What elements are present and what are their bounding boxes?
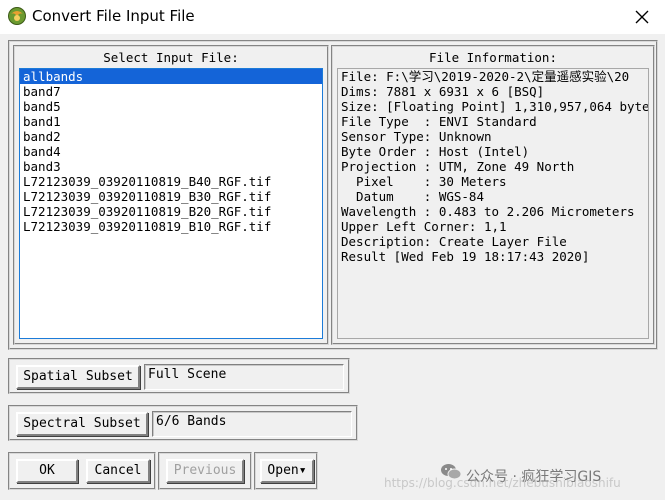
list-item[interactable]: band4 <box>20 144 322 159</box>
info-line: File: F:\学习\2019-2020-2\定量遥感实验\20 <box>341 69 630 84</box>
title-bar[interactable]: Convert File Input File <box>0 0 665 34</box>
watermark-text: 公众号 · 疯狂学习GIS <box>466 469 602 485</box>
input-file-list[interactable]: allbands band7 band5 band1 band2 band4 band3 L7… <box>19 68 323 339</box>
info-line: Size: [Floating Point] 1,310,957,064 byt… <box>341 99 648 114</box>
info-line: Wavelength : 0.483 to 2.206 Micrometers <box>341 204 635 219</box>
info-line: Byte Order : Host (Intel) <box>341 144 530 159</box>
info-line: File Type : ENVI Standard <box>341 114 537 129</box>
open-button-label: Open <box>267 463 299 478</box>
select-input-file-label: Select Input File: <box>103 50 239 65</box>
list-item[interactable]: L72123039_03920110819_B30_RGF.tif <box>20 189 322 204</box>
select-input-file-panel: Select Input File: allbands band7 band5 ban… <box>13 45 329 345</box>
spectral-subset-button[interactable]: Spectral Subset <box>16 412 148 436</box>
ok-button[interactable]: OK <box>16 459 78 483</box>
cancel-button[interactable]: Cancel <box>86 459 150 483</box>
envi-app-icon <box>8 7 26 25</box>
list-item[interactable]: band1 <box>20 114 322 129</box>
list-item[interactable]: band5 <box>20 99 322 114</box>
chevron-down-icon: ▾ <box>298 463 307 478</box>
spectral-subset-value: 6/6 Bands <box>152 411 352 437</box>
list-item[interactable]: L72123039_03920110819_B40_RGF.tif <box>20 174 322 189</box>
close-icon[interactable] <box>629 4 655 30</box>
info-line: Upper Left Corner: 1,1 <box>341 219 507 234</box>
list-item[interactable]: allbands <box>20 69 322 84</box>
open-button[interactable]: Open▾ <box>260 459 314 483</box>
info-line: Projection : UTM, Zone 49 North <box>341 159 575 174</box>
file-information-text: File: F:\学习\2019-2020-2\定量遥感实验\20 Dims: 7… <box>337 68 649 339</box>
spectral-subset-panel: Spectral Subset 6/6 Bands <box>8 405 358 441</box>
info-line: Dims: 7881 x 6931 x 6 [BSQ] <box>341 84 545 99</box>
list-item[interactable]: band2 <box>20 129 322 144</box>
file-information-label: File Information: <box>429 50 557 65</box>
info-line: Datum : WGS-84 <box>341 189 484 204</box>
info-line: Result [Wed Feb 19 18:17:43 2020] <box>341 249 590 264</box>
wechat-icon <box>441 464 462 480</box>
info-line: Pixel : 30 Meters <box>341 174 507 189</box>
ok-cancel-group: OK Cancel <box>8 452 156 490</box>
spatial-subset-panel: Spatial Subset Full Scene <box>8 358 350 394</box>
window-title: Convert File Input File <box>32 7 195 25</box>
list-item[interactable]: L72123039_03920110819_B20_RGF.tif <box>20 204 322 219</box>
previous-group: Previous <box>158 452 252 490</box>
spatial-subset-value: Full Scene <box>144 364 344 390</box>
info-line: Description: Create Layer File <box>341 234 567 249</box>
previous-button[interactable]: Previous <box>166 459 244 483</box>
info-line: Sensor Type: Unknown <box>341 129 492 144</box>
list-item[interactable]: band3 <box>20 159 322 174</box>
file-information-panel: File Information: File: F:\学习\2019-2020-… <box>331 45 655 345</box>
spatial-subset-button[interactable]: Spatial Subset <box>16 365 140 389</box>
list-item[interactable]: L72123039_03920110819_B10_RGF.tif <box>20 219 322 234</box>
list-item[interactable]: band7 <box>20 84 322 99</box>
open-group: Open▾ <box>254 452 318 490</box>
